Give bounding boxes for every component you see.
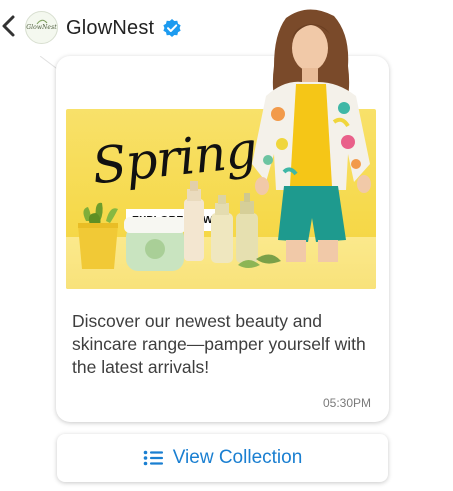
brand-name[interactable]: GlowNest [66,17,154,40]
plant-icon [78,202,118,269]
serum-bottle-icon [184,181,204,261]
message-text: Discover our newest beauty and skincare … [72,311,366,377]
model-figure-image [252,9,371,262]
spray-bottle-icon [211,195,233,263]
view-collection-label: View Collection [172,447,303,468]
message-timestamp: 05:30PM [322,396,371,410]
verified-badge-icon [163,19,181,37]
list-icon [143,450,163,466]
avatar-logo-icon [36,19,48,25]
cream-jar-icon [124,217,186,271]
back-chevron-icon[interactable] [0,14,16,38]
chat-header: GlowNest GlowNest [0,6,453,46]
view-collection-button[interactable]: View Collection [57,434,388,482]
brand-avatar[interactable]: GlowNest [25,11,58,44]
